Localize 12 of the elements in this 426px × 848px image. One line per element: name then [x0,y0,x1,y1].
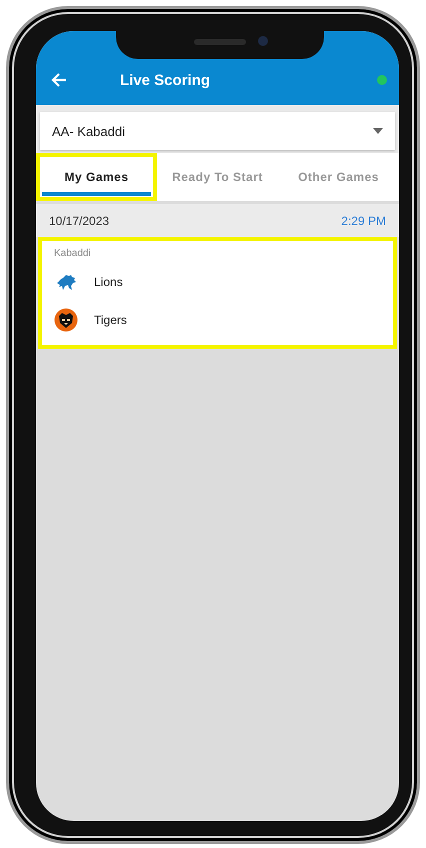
game-time: 2:29 PM [341,214,386,228]
sport-label: Kabaddi [54,248,92,259]
game-date: 10/17/2023 [49,214,110,228]
tab[interactable]: My Games [36,153,157,201]
caret-icon [373,128,383,134]
team-name: Lions [94,275,123,289]
tiger-icon [54,308,78,332]
game-card[interactable]: Kabaddi Lions Tigers [38,237,397,349]
screen-title: Live Scoring [120,72,212,89]
back-arrow-icon[interactable] [50,71,68,89]
team-name: Tigers [94,313,127,327]
league-dropdown[interactable]: AA- Kabaddi [40,112,395,150]
